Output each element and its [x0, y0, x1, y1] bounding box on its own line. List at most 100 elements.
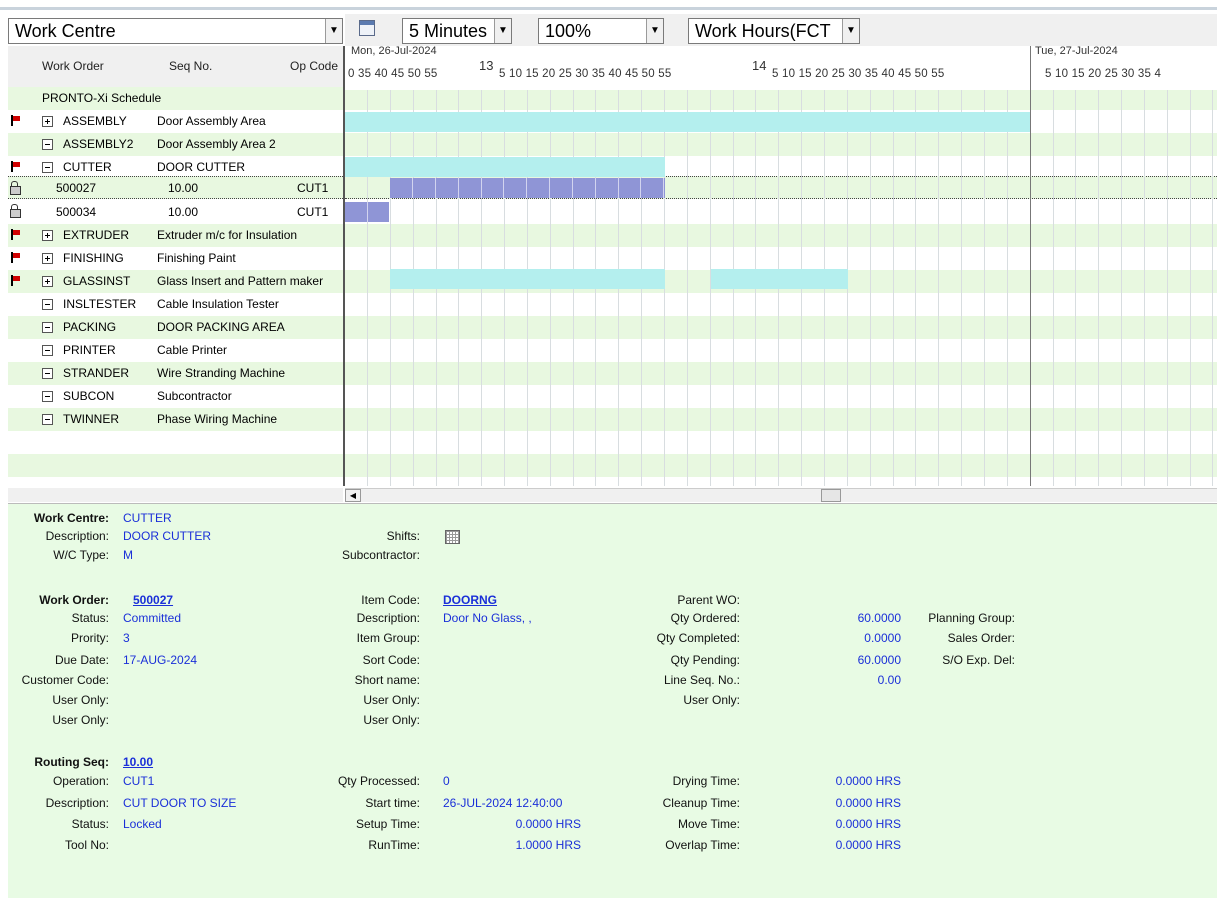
- timeline-grid-line: [1053, 90, 1054, 486]
- scroll-thumb[interactable]: [821, 489, 841, 502]
- tree-row-assembly2[interactable]: ASSEMBLY2 Door Assembly Area 2: [8, 133, 343, 156]
- collapse-minus-icon[interactable]: [42, 139, 53, 150]
- timeline-grid-line: [367, 90, 368, 486]
- left-scroll-area: [8, 488, 343, 502]
- timeline-day-label: Mon, 26-Jul-2024: [351, 45, 437, 57]
- expand-plus-icon[interactable]: [42, 253, 53, 264]
- chevron-down-icon[interactable]: ▼: [842, 19, 859, 43]
- tree-row-name: SUBCON: [63, 389, 115, 403]
- work-order-number: 500027: [56, 181, 97, 195]
- tree-row-finishing[interactable]: FINISHING Finishing Paint: [8, 247, 343, 270]
- gantt-row: [345, 133, 1217, 156]
- wo-status-value: Committed: [123, 611, 182, 625]
- collapse-minus-icon[interactable]: [42, 414, 53, 425]
- horizontal-scrollbar[interactable]: ◀: [345, 488, 1217, 502]
- work-hours-combo[interactable]: Work Hours(FCT ▼: [688, 18, 860, 44]
- interval-combo[interactable]: 5 Minutes ▼: [402, 18, 512, 44]
- tree-row-assembly[interactable]: ASSEMBLY Door Assembly Area: [8, 110, 343, 133]
- tree-row-extruder[interactable]: EXTRUDER Extruder m/c for Insulation: [8, 224, 343, 247]
- item-code-label: Item Code:: [361, 593, 420, 607]
- overlap-time-label: Overlap Time:: [665, 838, 740, 852]
- collapse-minus-icon[interactable]: [42, 391, 53, 402]
- timeline-hour-label: 13: [479, 58, 494, 73]
- tree-row-printer[interactable]: PRINTER Cable Printer: [8, 339, 343, 362]
- wo-status-label: Status:: [71, 611, 109, 625]
- work-centre-combo[interactable]: Work Centre ▼: [8, 18, 343, 44]
- due-date-value: 17-AUG-2024: [123, 653, 198, 667]
- priority-value: 3: [123, 631, 130, 645]
- work-order-row-500034[interactable]: 500034 10.00 CUT1: [8, 201, 343, 224]
- gantt-bar-cutter[interactable]: [345, 157, 665, 177]
- chevron-down-icon[interactable]: ▼: [494, 19, 511, 43]
- collapse-minus-icon[interactable]: [42, 299, 53, 310]
- zoom-combo[interactable]: 100% ▼: [538, 18, 664, 44]
- expand-plus-icon[interactable]: [42, 230, 53, 241]
- shifts-label: Shifts:: [386, 529, 420, 543]
- tree-row-strander[interactable]: STRANDER Wire Stranding Machine: [8, 362, 343, 385]
- interval-combo-value: 5 Minutes: [409, 21, 488, 41]
- work-hours-combo-value: Work Hours(FCT: [695, 21, 831, 41]
- timeline-grid-line: [1098, 90, 1099, 486]
- item-description-label: Description:: [356, 611, 420, 625]
- tree-row-name: ASSEMBLY: [63, 114, 127, 128]
- timeline-grid-line: [1075, 90, 1076, 486]
- chevron-down-icon[interactable]: ▼: [646, 19, 663, 43]
- chevron-down-icon[interactable]: ▼: [325, 19, 342, 43]
- tree-row-twinner[interactable]: TWINNER Phase Wiring Machine: [8, 408, 343, 431]
- window-top-strip: [0, 0, 1217, 10]
- work-order-row-500027[interactable]: 500027 10.00 CUT1: [8, 176, 343, 199]
- calendar-icon[interactable]: [359, 20, 375, 36]
- tree-row-glassinst[interactable]: GLASSINST Glass Insert and Pattern maker: [8, 270, 343, 293]
- run-time-value: 1.0000 HRS: [515, 838, 581, 852]
- column-header-seq-no[interactable]: Seq No.: [169, 59, 212, 73]
- timeline-grid-line: [1121, 90, 1122, 486]
- gantt-bar-500034[interactable]: [345, 202, 389, 222]
- user-only-label: User Only:: [363, 693, 420, 707]
- gantt-bar-assembly[interactable]: [345, 112, 1031, 132]
- planning-group-label: Planning Group:: [928, 611, 1015, 625]
- scroll-left-arrow-icon[interactable]: ◀: [345, 489, 361, 502]
- tree-row-packing[interactable]: PACKING DOOR PACKING AREA: [8, 316, 343, 339]
- tree-row-desc: DOOR PACKING AREA: [157, 320, 285, 334]
- tree-row-name: EXTRUDER: [63, 228, 130, 242]
- tree-row-subcon[interactable]: SUBCON Subcontractor: [8, 385, 343, 408]
- start-time-label: Start time:: [365, 796, 420, 810]
- gantt-bar-glassinst-1[interactable]: [390, 269, 665, 289]
- customer-code-label: Customer Code:: [21, 673, 109, 687]
- collapse-minus-icon[interactable]: [42, 162, 53, 173]
- shifts-grid-icon[interactable]: [445, 530, 460, 544]
- gantt-row: [345, 431, 1217, 454]
- gantt-bar-glassinst-2[interactable]: [711, 269, 848, 289]
- work-centre-combo-value: Work Centre: [15, 21, 116, 41]
- routing-seq-link[interactable]: 10.00: [123, 755, 153, 769]
- work-order-link[interactable]: 500027: [123, 593, 173, 607]
- expand-plus-icon[interactable]: [42, 276, 53, 287]
- bar-segment-divider: [572, 178, 573, 198]
- tree-row-desc: Finishing Paint: [157, 251, 236, 265]
- pane-splitter[interactable]: [343, 46, 345, 486]
- column-header-op-code[interactable]: Op Code: [290, 59, 343, 73]
- qty-completed-value: 0.0000: [864, 631, 901, 645]
- column-header-work-order[interactable]: Work Order: [42, 59, 104, 73]
- collapse-minus-icon[interactable]: [42, 345, 53, 356]
- collapse-minus-icon[interactable]: [42, 322, 53, 333]
- gantt-row: [345, 247, 1217, 270]
- tree-row-name: PACKING: [63, 320, 117, 334]
- tree-row-name: FINISHING: [63, 251, 124, 265]
- line-seq-value: 0.00: [877, 673, 901, 687]
- so-exp-del-label: S/O Exp. Del:: [942, 653, 1015, 667]
- wc-type-label: W/C Type:: [53, 548, 109, 562]
- collapse-minus-icon[interactable]: [42, 368, 53, 379]
- gantt-bar-500027[interactable]: [390, 178, 665, 198]
- tree-row-name: ASSEMBLY2: [63, 137, 134, 151]
- qty-ordered-value: 60.0000: [857, 611, 901, 625]
- timeline-grid-line: [984, 90, 985, 486]
- tree-row-inslester[interactable]: INSLTESTER Cable Insulation Tester: [8, 293, 343, 316]
- expand-plus-icon[interactable]: [42, 116, 53, 127]
- work-centre-value: CUTTER: [123, 511, 172, 525]
- item-code-link[interactable]: DOORNG: [443, 593, 497, 607]
- lock-icon: [10, 181, 21, 195]
- tree-row-desc: Cable Insulation Tester: [157, 297, 279, 311]
- timeline-grid-line: [687, 90, 688, 486]
- tree-row-root[interactable]: PRONTO-Xi Schedule: [8, 87, 343, 110]
